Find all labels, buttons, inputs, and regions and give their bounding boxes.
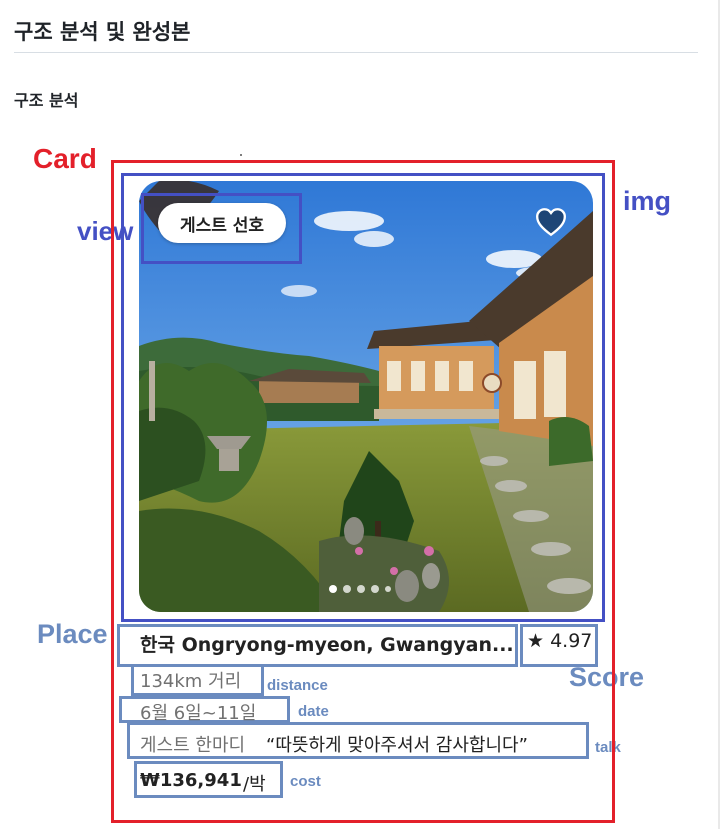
guest-comment-quote: “따뜻하게 맞아주셔서 감사합니다” (266, 735, 528, 756)
pagination-dot[interactable] (385, 586, 391, 592)
title-divider (14, 52, 698, 53)
pagination-dot[interactable] (343, 585, 351, 593)
listing-location[interactable]: 한국 Ongryong-myeon, Gwangyan... (140, 630, 514, 657)
annotation-place-label: Place (37, 619, 108, 649)
annotation-card-label: Card (33, 143, 97, 174)
price-unit: /박 (243, 774, 266, 795)
guest-comment-label: 게스트 한마디 (140, 735, 246, 756)
section-title: 구조 분석 (14, 91, 79, 110)
view-annotation-frame (141, 193, 302, 264)
photo-pagination[interactable] (329, 585, 391, 593)
pagination-dot[interactable] (329, 585, 337, 593)
star-icon: ★ (527, 630, 545, 652)
heart-icon[interactable] (534, 205, 568, 239)
annotation-img-label: img (623, 186, 672, 216)
rating-value: 4.97 (550, 630, 593, 652)
stray-dot (240, 154, 242, 156)
pagination-dot[interactable] (357, 585, 365, 593)
pagination-dot[interactable] (371, 585, 379, 593)
heart-icon-glyph (536, 208, 566, 237)
listing-distance: 134km 거리 (140, 671, 242, 692)
listing-rating: ★ 4.97 (527, 630, 592, 652)
page-title: 구조 분석 및 완성본 (14, 20, 191, 44)
listing-price: ₩136,941 (140, 770, 242, 791)
